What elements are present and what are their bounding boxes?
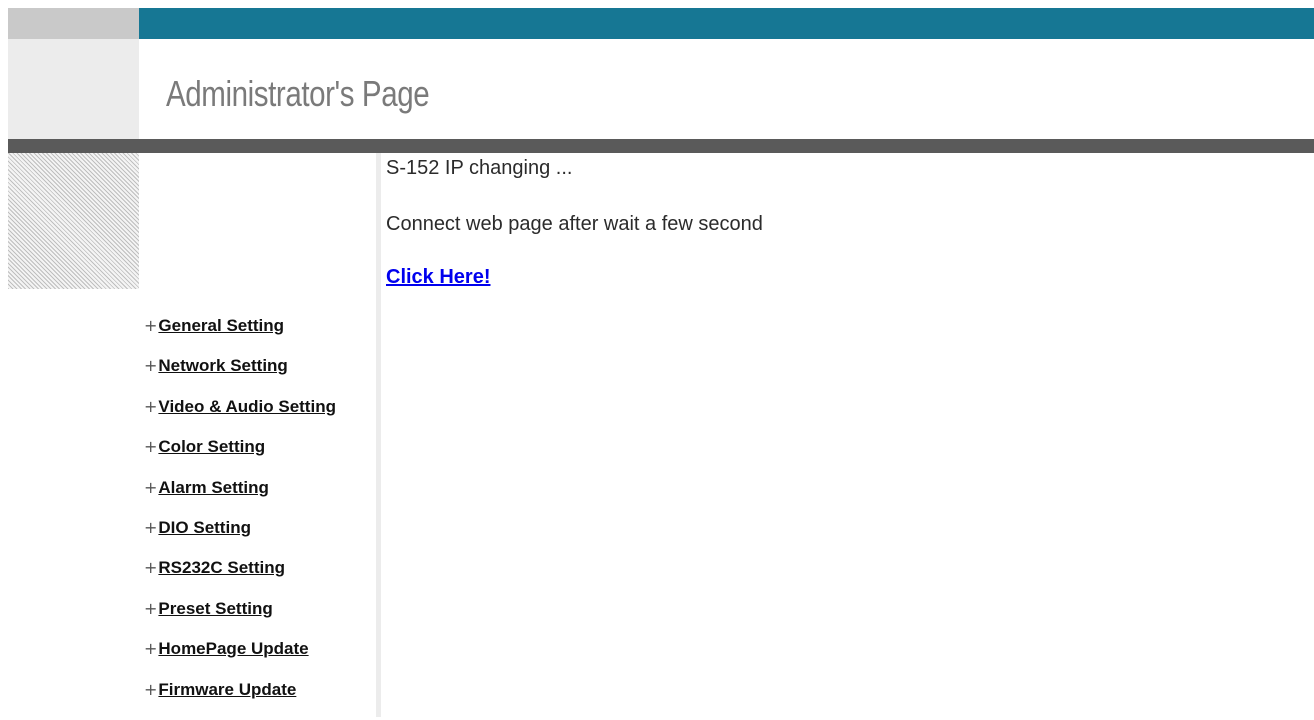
sidebar-link-homepage-update[interactable]: HomePage Update <box>158 639 308 659</box>
plus-icon: + <box>144 396 158 416</box>
sidebar-item-firmware-update: + Firmware Update <box>144 680 336 720</box>
instruction-message: Connect web page after wait a few second <box>386 213 763 235</box>
sidebar-link-network-setting[interactable]: Network Setting <box>158 356 287 376</box>
plus-icon: + <box>144 517 158 537</box>
header-top-bar <box>139 8 1314 39</box>
plus-icon: + <box>144 316 158 335</box>
sidebar-link-preset-setting[interactable]: Preset Setting <box>158 599 272 619</box>
sidebar-item-network-setting: + Network Setting <box>144 356 336 396</box>
sidebar-link-video-audio-setting[interactable]: Video & Audio Setting <box>158 397 336 417</box>
header-divider-bar <box>8 139 1314 153</box>
sidebar-link-alarm-setting[interactable]: Alarm Setting <box>158 478 269 498</box>
sidebar-link-general-setting[interactable]: General Setting <box>158 316 284 336</box>
sidebar-item-general-setting: + General Setting <box>144 316 336 356</box>
sidebar-link-firmware-update[interactable]: Firmware Update <box>158 680 296 700</box>
plus-icon: + <box>144 477 158 497</box>
status-message: S-152 IP changing ... <box>386 157 573 179</box>
plus-icon: + <box>144 437 158 457</box>
page-title: Administrator's Page <box>166 73 430 114</box>
sidebar-link-rs232c-setting[interactable]: RS232C Setting <box>158 558 285 578</box>
sidebar-item-color-setting: + Color Setting <box>144 437 336 477</box>
sidebar-nav: + General Setting + Network Setting + Video… <box>144 316 336 720</box>
sidebar-item-video-audio-setting: + Video & Audio Setting <box>144 397 336 437</box>
sidebar-item-preset-setting: + Preset Setting <box>144 599 336 639</box>
sidebar-link-dio-setting[interactable]: DIO Setting <box>158 518 251 538</box>
plus-icon: + <box>144 356 158 376</box>
plus-icon: + <box>144 639 158 659</box>
click-here-link[interactable]: Click Here! <box>386 266 491 289</box>
sidebar-item-homepage-update: + HomePage Update <box>144 639 336 679</box>
hatch-pattern-decoration <box>8 153 139 289</box>
plus-icon: + <box>144 679 158 699</box>
sidebar-divider <box>376 153 381 717</box>
sidebar-link-color-setting[interactable]: Color Setting <box>158 437 265 457</box>
sidebar-item-alarm-setting: + Alarm Setting <box>144 478 336 518</box>
plus-icon: + <box>144 598 158 618</box>
header-corner-strip <box>8 8 139 39</box>
plus-icon: + <box>144 558 158 578</box>
sidebar-item-rs232c-setting: + RS232C Setting <box>144 558 336 598</box>
sidebar-item-dio-setting: + DIO Setting <box>144 518 336 558</box>
